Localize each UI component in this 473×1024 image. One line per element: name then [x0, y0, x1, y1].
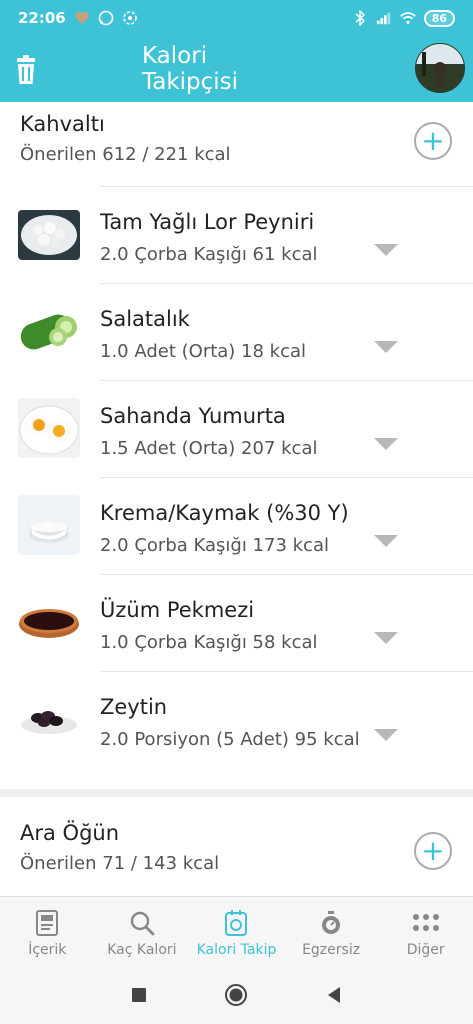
- food-name: Tam Yağlı Lor Peyniri: [100, 210, 315, 234]
- food-detail: 1.5 Adet (Orta) 207 kcal: [100, 438, 318, 459]
- signal-icon: [376, 10, 392, 26]
- wifi-icon: [399, 10, 416, 26]
- grid-dots-icon: [412, 909, 440, 937]
- food-detail: 1.0 Adet (Orta) 18 kcal: [100, 341, 307, 362]
- avatar[interactable]: [415, 43, 465, 93]
- breakfast-suggested: Önerilen 612 / 221 kcal: [20, 144, 231, 165]
- breakfast-title: Kahvaltı: [20, 112, 105, 136]
- nav-item-icerik[interactable]: İçerik: [0, 897, 95, 966]
- home-button[interactable]: [224, 983, 248, 1007]
- nav-label: Egzersiz: [302, 942, 361, 958]
- nav-label: İçerik: [28, 942, 67, 958]
- page-title: Kalori Takipçisi: [142, 43, 238, 95]
- add-snack-button[interactable]: +: [414, 832, 452, 870]
- document-icon: [33, 909, 61, 937]
- nav-item-diger[interactable]: Diğer: [378, 897, 473, 966]
- add-breakfast-button[interactable]: +: [414, 122, 452, 160]
- chevron-down-icon[interactable]: [374, 244, 398, 256]
- nav-item-egzersiz[interactable]: Egzersiz: [284, 897, 379, 966]
- food-item[interactable]: Sahanda Yumurta 1.5 Adet (Orta) 207 kcal: [0, 380, 473, 477]
- snack-header: Ara Öğün Önerilen 71 / 143 kcal: [20, 821, 219, 874]
- back-button[interactable]: [322, 983, 346, 1007]
- food-image-olive: [18, 693, 80, 743]
- food-name: Salatalık: [100, 307, 190, 331]
- food-detail: 2.0 Çorba Kaşığı 173 kcal: [100, 535, 329, 556]
- snack-title: Ara Öğün: [20, 821, 120, 845]
- food-item[interactable]: Krema/Kaymak (%30 Y) 2.0 Çorba Kaşığı 17…: [0, 477, 473, 574]
- chevron-down-icon[interactable]: [374, 632, 398, 644]
- app-bar: Kalori Takipçisi: [0, 36, 473, 102]
- food-item[interactable]: Salatalık 1.0 Adet (Orta) 18 kcal: [0, 283, 473, 380]
- whatsapp-icon: [98, 10, 114, 26]
- status-time: 22:06: [18, 9, 66, 27]
- food-detail: 2.0 Çorba Kaşığı 61 kcal: [100, 244, 318, 265]
- status-bar: 22:06 86: [0, 0, 473, 36]
- food-item[interactable]: Tam Yağlı Lor Peyniri 2.0 Çorba Kaşığı 6…: [0, 186, 473, 283]
- title-line-1: Kalori: [142, 43, 208, 69]
- food-image-cream: [18, 495, 80, 555]
- food-image-cottage-cheese: [18, 210, 80, 260]
- food-image-fried-egg: [18, 398, 80, 458]
- snack-suggested: Önerilen 71 / 143 kcal: [20, 853, 220, 874]
- title-line-2: Takipçisi: [142, 69, 239, 95]
- food-detail: 1.0 Çorba Kaşığı 58 kcal: [100, 632, 318, 653]
- chevron-down-icon[interactable]: [374, 438, 398, 450]
- nav-label: Diğer: [406, 942, 445, 958]
- nav-label: Kalori Takip: [196, 942, 277, 958]
- chevron-down-icon[interactable]: [374, 729, 398, 741]
- food-name: Krema/Kaymak (%30 Y): [100, 501, 349, 525]
- nav-item-kalori-takip[interactable]: Kalori Takip: [189, 897, 284, 966]
- chevron-down-icon[interactable]: [374, 341, 398, 353]
- food-name: Sahanda Yumurta: [100, 404, 286, 428]
- food-item[interactable]: Zeytin 2.0 Porsiyon (5 Adet) 95 kcal: [0, 671, 473, 786]
- battery-indicator: 86: [423, 9, 455, 27]
- bluetooth-icon: [352, 10, 368, 26]
- food-image-cucumber: [18, 307, 80, 357]
- stopwatch-icon: [317, 909, 345, 937]
- food-item[interactable]: Üzüm Pekmezi 1.0 Çorba Kaşığı 58 kcal: [0, 574, 473, 671]
- nav-item-kac-kalori[interactable]: Kaç Kalori: [95, 897, 190, 966]
- scale-icon: [222, 909, 250, 937]
- nav-label: Kaç Kalori: [107, 942, 177, 958]
- bottom-nav: İçerik Kaç Kalori Kalori Takip Egzersiz …: [0, 896, 473, 966]
- breakfast-header: Kahvaltı Önerilen 612 / 221 kcal: [20, 112, 231, 165]
- meal-list: Kahvaltı Önerilen 612 / 221 kcal + Tam Y…: [0, 102, 473, 896]
- trash-icon[interactable]: [10, 54, 42, 86]
- section-separator: [0, 789, 473, 797]
- system-nav-bar: [0, 966, 473, 1024]
- plus-icon: +: [421, 124, 445, 157]
- food-name: Üzüm Pekmezi: [100, 598, 255, 622]
- sync-icon: [122, 10, 138, 26]
- chevron-down-icon[interactable]: [374, 535, 398, 547]
- food-detail: 2.0 Porsiyon (5 Adet) 95 kcal: [100, 729, 360, 750]
- food-name: Zeytin: [100, 695, 168, 719]
- food-image-grape-molasses: [18, 596, 80, 646]
- recent-apps-button[interactable]: [127, 983, 151, 1007]
- heart-icon: [74, 10, 90, 26]
- search-icon: [128, 909, 156, 937]
- plus-icon: +: [421, 834, 445, 867]
